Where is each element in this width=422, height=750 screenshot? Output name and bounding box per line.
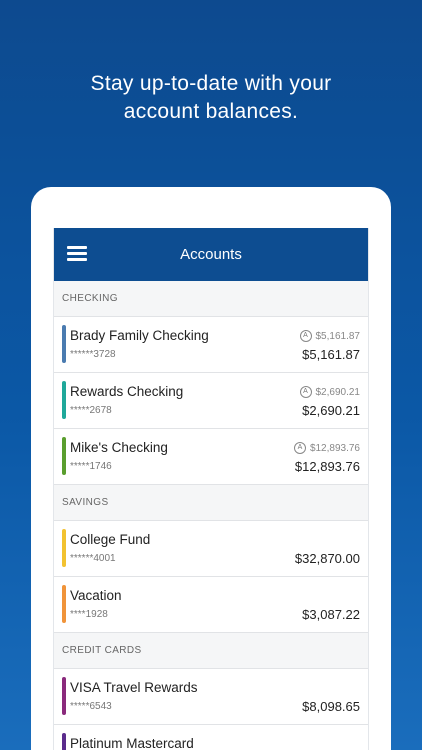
section-header-savings: SAVINGS (54, 485, 368, 521)
account-balance: $2,690.21 (302, 403, 360, 418)
account-balance: $5,161.87 (302, 347, 360, 362)
account-number: *****1746 (70, 461, 112, 472)
available-balance: A $2,690.21 (299, 386, 361, 398)
account-number: *****6543 (70, 701, 112, 712)
available-balance: A $12,893.76 (293, 442, 360, 454)
page-title: Accounts (180, 246, 242, 263)
account-row[interactable]: Rewards Checking *****2678 A $2,690.21 $… (54, 373, 368, 429)
account-color-bar (62, 381, 66, 419)
section-header-checking: CHECKING (54, 281, 368, 317)
account-balance: $8,098.65 (302, 699, 360, 714)
account-name: Mike's Checking (70, 440, 168, 455)
account-name: Rewards Checking (70, 384, 184, 399)
account-name: Vacation (70, 588, 122, 603)
account-row[interactable]: VISA Travel Rewards *****6543 $8,098.65 (54, 669, 368, 725)
available-balance: A $5,161.87 (299, 330, 361, 342)
account-color-bar (62, 529, 66, 567)
available-icon: A (293, 442, 306, 454)
available-amount: $5,161.87 (315, 330, 361, 342)
menu-icon[interactable] (67, 244, 89, 264)
promo-line-2: account balances. (123, 100, 299, 123)
account-color-bar (62, 325, 66, 363)
account-number: ******3728 (70, 349, 116, 360)
promo-line-1: Stay up-to-date with your (90, 72, 332, 95)
account-row[interactable]: Vacation ****1928 $3,087.22 (54, 577, 368, 633)
account-balance: $3,087.22 (302, 607, 360, 622)
available-amount: $2,690.21 (315, 386, 361, 398)
account-color-bar (62, 733, 66, 750)
account-number: *****2678 (70, 405, 112, 416)
account-number: ****1928 (70, 609, 108, 620)
available-amount: $12,893.76 (309, 442, 360, 454)
account-name: VISA Travel Rewards (70, 680, 198, 695)
promo-headline: Stay up-to-date with your account balanc… (0, 70, 422, 126)
account-row[interactable]: Platinum Mastercard (54, 725, 368, 750)
account-balance: $12,893.76 (294, 459, 360, 474)
account-name: College Fund (70, 532, 151, 547)
app-screen: Accounts CHECKING Brady Family Checking … (53, 228, 369, 750)
account-color-bar (62, 437, 66, 475)
account-row[interactable]: Brady Family Checking ******3728 A $5,16… (54, 317, 368, 373)
account-color-bar (62, 585, 66, 623)
app-bar: Accounts (54, 228, 368, 281)
account-name: Platinum Mastercard (70, 736, 194, 750)
account-number: ******4001 (70, 553, 116, 564)
account-name: Brady Family Checking (70, 328, 209, 343)
account-row[interactable]: College Fund ******4001 $32,870.00 (54, 521, 368, 577)
account-color-bar (62, 677, 66, 715)
available-icon: A (299, 330, 312, 342)
available-icon: A (299, 386, 312, 398)
section-header-credit-cards: CREDIT CARDS (54, 633, 368, 669)
account-balance: $32,870.00 (294, 551, 360, 566)
account-row[interactable]: Mike's Checking *****1746 A $12,893.76 $… (54, 429, 368, 485)
